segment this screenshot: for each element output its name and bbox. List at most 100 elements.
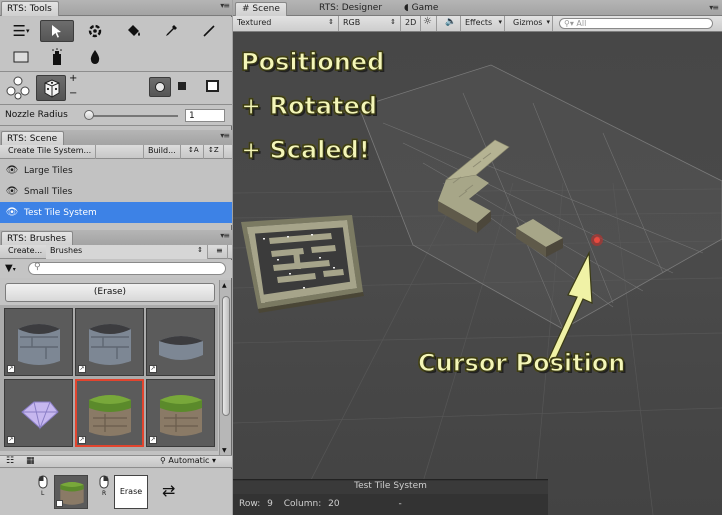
render-channel-dropdown[interactable]: RGB ⇕ [339, 16, 401, 31]
secondary-brush-slot[interactable]: Erase [114, 475, 148, 509]
eyedropper-icon[interactable] [154, 20, 188, 42]
status-title: Test Tile System [233, 481, 548, 494]
sun-lighting-icon[interactable]: ☼ [419, 16, 437, 31]
spray-icon[interactable] [40, 46, 74, 68]
shading-mode-dropdown[interactable]: Textured ⇕ [233, 16, 339, 31]
nozzle-radius-slider-track[interactable] [86, 115, 178, 117]
brush-crystal[interactable]: ↗ [4, 379, 73, 447]
prefab-badge-icon: ↗ [7, 436, 15, 444]
cycle-icon[interactable] [6, 76, 30, 103]
brush-grass-block[interactable]: ↗ [146, 379, 215, 447]
caption-rotated: + Rotated [240, 91, 378, 120]
radio-icon[interactable] [149, 77, 171, 97]
bucket-fill-icon[interactable] [116, 20, 150, 42]
tab-scene[interactable]: # Scene [235, 2, 287, 16]
rectangle-tool-icon[interactable] [4, 46, 38, 68]
nozzle-radius-field[interactable]: 1 [185, 109, 225, 122]
column-label: Column: [283, 499, 322, 509]
brushes-tabstrip: RTS: Brushes ▾≡ [0, 230, 232, 246]
view-mode-dropdown[interactable]: ⚲ Automatic ▾ [160, 456, 216, 465]
scene-grid-icon: # [242, 4, 250, 14]
swap-icon[interactable]: ⇄ [162, 481, 175, 500]
pacman-icon: ◖ [404, 3, 409, 13]
scene-tabstrip: RTS: Scene ▾≡ [0, 130, 232, 146]
grid-view-icon[interactable]: ▦ [26, 456, 35, 466]
mouse-icon [37, 475, 49, 491]
scene-viewport[interactable]: Positioned + Rotated + Scaled! Cursor Po… [233, 33, 722, 515]
nozzle-radius-slider-handle[interactable] [84, 110, 94, 120]
render-channel-value: RGB [343, 18, 361, 27]
search-placeholder: All [576, 19, 587, 28]
plus-icon[interactable]: + [69, 73, 77, 84]
secondary-slot-label: R [102, 490, 107, 497]
list-item-label: Test Tile System [24, 207, 97, 218]
search-icon: ⚲ [34, 262, 41, 272]
tab-rts-designer[interactable]: RTS: Designer [313, 2, 388, 16]
tab-menu-icon[interactable]: ▾≡ [220, 131, 230, 140]
tab-menu-icon[interactable]: ▾≡ [220, 231, 230, 240]
scene-tab[interactable]: RTS: Scene [1, 131, 65, 146]
mouse-icon [98, 475, 110, 491]
chevron-down-icon: ▾ [211, 456, 216, 465]
shading-mode-value: Textured [237, 18, 272, 27]
brush-stone-block[interactable]: ↗ [75, 308, 144, 376]
brush-stone-block[interactable]: ↗ [4, 308, 73, 376]
brush-search-input[interactable]: ⚲ [28, 262, 226, 275]
prefab-badge-icon: ↗ [149, 365, 157, 373]
pointer-select-icon[interactable] [40, 20, 74, 42]
create-tile-system-button[interactable]: Create Tile System... [4, 145, 97, 159]
brush-palette-scrollbar[interactable]: ▲ ▼ [219, 280, 231, 456]
dice-icon[interactable] [36, 75, 66, 101]
hierarchy-search-input[interactable]: ⚲▾ All [559, 18, 713, 29]
build-button[interactable]: Build... [143, 145, 181, 159]
tab-game[interactable]: ◖ Game [398, 2, 444, 16]
brush-view-bar: ☷ ▦ ⚲ Automatic ▾ [0, 455, 232, 468]
scroll-down-icon[interactable]: ▼ [222, 447, 227, 454]
drop-icon[interactable] [78, 46, 112, 68]
primary-brush-slot[interactable] [54, 475, 88, 509]
brush-search-row: ▼▾ ⚲ [0, 260, 232, 278]
tools-tab[interactable]: RTS: Tools [1, 1, 59, 16]
tools-toolbar: ☰ ▾ [0, 17, 232, 71]
tab-menu-icon[interactable]: ▾≡ [709, 3, 719, 12]
list-item-label: Large Tiles [24, 165, 73, 176]
brush-stone-slab[interactable]: ↗ [146, 308, 215, 376]
erase-row: (Erase) [0, 280, 219, 305]
paint-brush-icon[interactable] [78, 20, 112, 42]
filter-icon[interactable]: ▼▾ [5, 263, 16, 274]
brush-palette: ↗ ↗ ↗ ↗ ↗ ↗ [0, 305, 218, 451]
list-menu-icon[interactable]: ≡ [212, 245, 228, 259]
scroll-up-icon[interactable]: ▲ [222, 282, 227, 289]
eye-icon[interactable]: 👁 [4, 165, 20, 176]
scene-tabstrip: # Scene RTS: Designer ◖ Game ▾≡ [233, 0, 722, 16]
scene-toolbar: Create Tile System... Build... ↕A ↕Z [0, 145, 232, 159]
scrollbar-thumb[interactable] [222, 296, 230, 416]
minus-icon[interactable]: − [69, 88, 77, 99]
speaker-audio-icon[interactable]: 🔈 [441, 16, 462, 31]
eye-icon[interactable]: 👁 [4, 186, 20, 197]
eye-icon[interactable]: 👁 [4, 207, 20, 218]
effects-dropdown[interactable]: Effects ▾ [461, 16, 505, 31]
tab-label: Scene [252, 4, 280, 14]
tab-menu-icon[interactable]: ▾≡ [220, 1, 230, 10]
list-item-selected[interactable]: 👁 Test Tile System [0, 202, 232, 223]
prefab-badge-icon [56, 500, 63, 507]
frame-icon[interactable] [206, 80, 219, 92]
brushes-tab[interactable]: RTS: Brushes [1, 231, 73, 246]
list-item[interactable]: 👁 Small Tiles [0, 181, 232, 202]
create-brush-button[interactable]: Create... [4, 245, 48, 259]
square-icon[interactable] [178, 82, 186, 90]
sort-descending-icon[interactable]: ↕Z [204, 145, 224, 159]
gizmos-label: Gizmos [513, 18, 543, 27]
gizmos-dropdown[interactable]: Gizmos ▾ [509, 16, 553, 31]
list-item[interactable]: 👁 Large Tiles [0, 160, 232, 181]
brush-category-dropdown[interactable]: Brushes ⇕ [46, 245, 208, 259]
search-icon: ⚲ [160, 456, 166, 465]
erase-button[interactable]: (Erase) [5, 283, 215, 302]
brush-grass-block-selected[interactable]: ↗ [75, 379, 144, 447]
panel-divider [0, 125, 232, 126]
hamburger-menu-icon[interactable]: ☰ ▾ [4, 20, 38, 42]
sort-ascending-icon[interactable]: ↕A [184, 145, 204, 159]
line-tool-icon[interactable] [192, 20, 226, 42]
list-view-icon[interactable]: ☷ [6, 456, 14, 466]
